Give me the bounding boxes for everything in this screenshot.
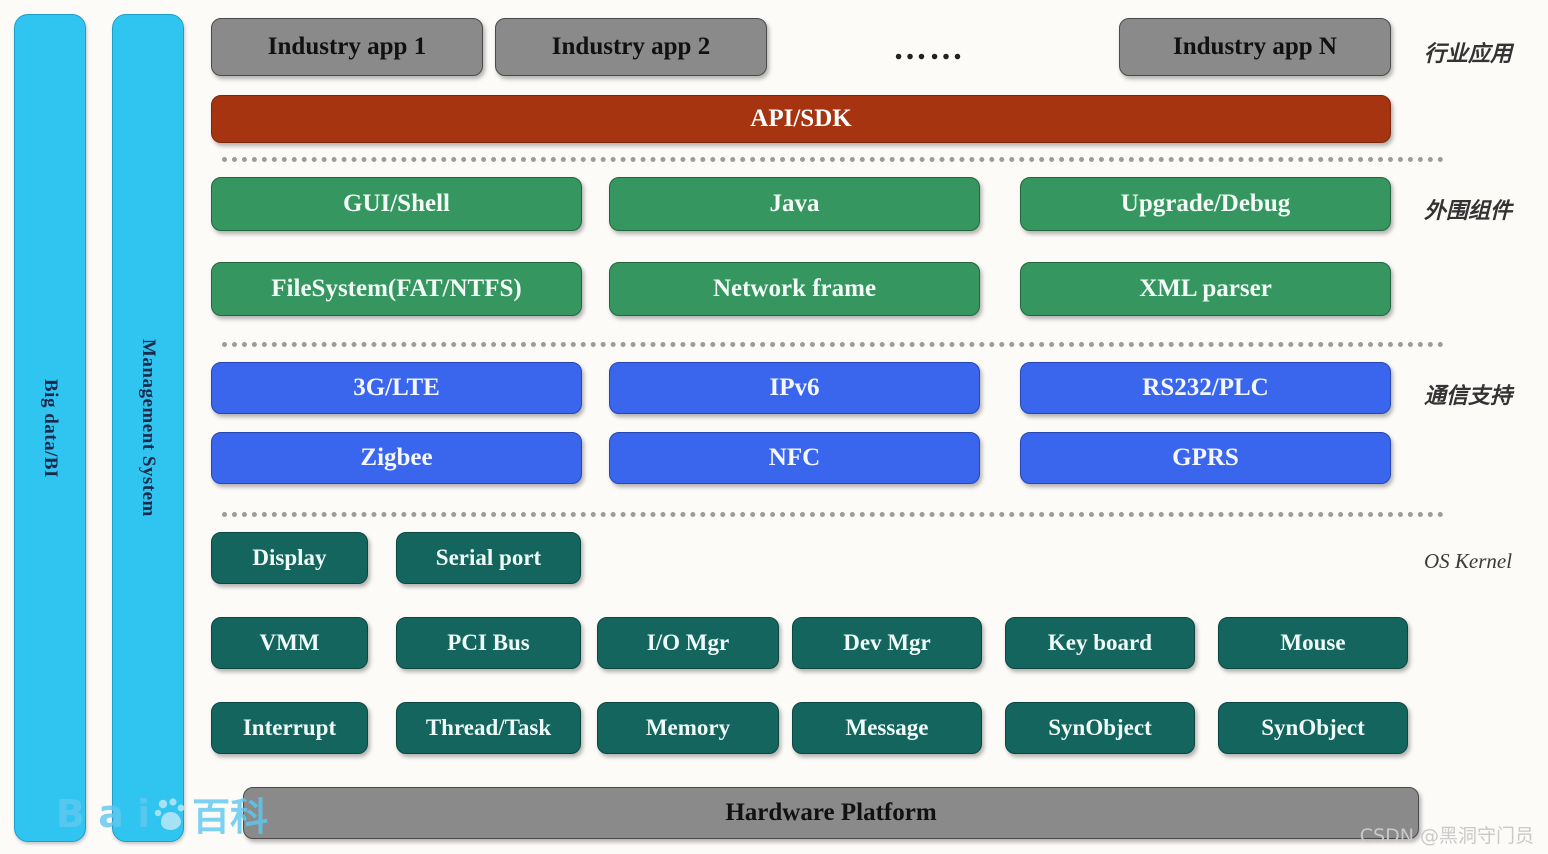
message-label: Message (845, 714, 929, 740)
pci-bus-label: PCI Bus (447, 629, 530, 655)
thread-task-label: Thread/Task (425, 714, 552, 740)
hardware-platform-box[interactable]: Hardware Platform (243, 787, 1419, 839)
layer-caption-communication-support: 通信支持 (1424, 383, 1513, 408)
upgrade-debug-box[interactable]: Upgrade/Debug (1020, 177, 1391, 231)
dev-mgr-label: Dev Mgr (843, 629, 931, 655)
layer-caption-peripheral-components: 外围组件 (1424, 198, 1513, 223)
thread-task-box[interactable]: Thread/Task (396, 702, 581, 754)
synobject-1-box[interactable]: SynObject (1005, 702, 1195, 754)
nfc-label: NFC (768, 443, 821, 471)
vmm-box[interactable]: VMM (211, 617, 368, 669)
industry-app-2-label: Industry app 2 (551, 32, 711, 60)
pillar-management-system[interactable]: Management System (112, 14, 184, 842)
layer-caption-industry-application: 行业应用 (1424, 41, 1513, 66)
rs232-plc-label: RS232/PLC (1142, 373, 1269, 401)
pillar-label-management-system: Management System (138, 339, 159, 517)
industry-app-1-box[interactable]: Industry app 1 (211, 18, 483, 76)
mouse-label: Mouse (1280, 629, 1346, 655)
pillar-big-data-bi[interactable]: Big data/BI (14, 14, 86, 842)
java-label: Java (769, 189, 820, 217)
hardware-platform-label: Hardware Platform (725, 798, 937, 826)
ipv6-label: IPv6 (769, 373, 820, 401)
dev-mgr-box[interactable]: Dev Mgr (792, 617, 982, 669)
serial-port-box[interactable]: Serial port (396, 532, 581, 584)
io-mgr-label: I/O Mgr (646, 629, 730, 655)
display-box[interactable]: Display (211, 532, 368, 584)
separator-application-peripheral (222, 157, 1444, 162)
upgrade-debug-label: Upgrade/Debug (1120, 189, 1291, 217)
display-label: Display (252, 544, 327, 570)
network-frame-label: Network frame (712, 274, 877, 302)
serial-port-label: Serial port (435, 544, 542, 570)
java-box[interactable]: Java (609, 177, 980, 231)
api-sdk-label: API/SDK (750, 104, 852, 132)
filesystem-label: FileSystem(FAT/NTFS) (271, 274, 522, 302)
api-sdk-box[interactable]: API/SDK (211, 95, 1391, 143)
zigbee-box[interactable]: Zigbee (211, 432, 582, 484)
rs232-plc-box[interactable]: RS232/PLC (1020, 362, 1391, 414)
interrupt-label: Interrupt (242, 714, 337, 740)
vmm-label: VMM (259, 629, 320, 655)
zigbee-label: Zigbee (360, 443, 433, 471)
industry-apps-ellipsis: …… (893, 30, 965, 67)
separator-peripheral-communication (222, 342, 1444, 347)
xml-parser-label: XML parser (1139, 274, 1272, 302)
network-frame-box[interactable]: Network frame (609, 262, 980, 316)
memory-label: Memory (645, 714, 731, 740)
gui-shell-box[interactable]: GUI/Shell (211, 177, 582, 231)
interrupt-box[interactable]: Interrupt (211, 702, 368, 754)
gprs-box[interactable]: GPRS (1020, 432, 1391, 484)
pillar-label-big-data-bi: Big data/BI (40, 378, 61, 478)
io-mgr-box[interactable]: I/O Mgr (597, 617, 779, 669)
memory-box[interactable]: Memory (597, 702, 779, 754)
synobject-1-label: SynObject (1048, 714, 1152, 740)
synobject-2-box[interactable]: SynObject (1218, 702, 1408, 754)
industry-app-n-label: Industry app N (1173, 32, 1337, 60)
architecture-diagram: Big data/BI Management System Industry a… (0, 0, 1548, 854)
gprs-label: GPRS (1172, 443, 1239, 471)
3g-lte-label: 3G/LTE (353, 373, 440, 401)
nfc-box[interactable]: NFC (609, 432, 980, 484)
layer-caption-os-kernel: OS Kernel (1424, 549, 1513, 573)
industry-app-n-box[interactable]: Industry app N (1119, 18, 1391, 76)
separator-communication-kernel (222, 512, 1444, 517)
message-box[interactable]: Message (792, 702, 982, 754)
mouse-box[interactable]: Mouse (1218, 617, 1408, 669)
industry-app-2-box[interactable]: Industry app 2 (495, 18, 767, 76)
synobject-2-label: SynObject (1261, 714, 1365, 740)
ipv6-box[interactable]: IPv6 (609, 362, 980, 414)
industry-app-1-label: Industry app 1 (267, 32, 427, 60)
3g-lte-box[interactable]: 3G/LTE (211, 362, 582, 414)
key-board-label: Key board (1047, 629, 1153, 655)
pci-bus-box[interactable]: PCI Bus (396, 617, 581, 669)
key-board-box[interactable]: Key board (1005, 617, 1195, 669)
filesystem-box[interactable]: FileSystem(FAT/NTFS) (211, 262, 582, 316)
xml-parser-box[interactable]: XML parser (1020, 262, 1391, 316)
gui-shell-label: GUI/Shell (343, 189, 450, 217)
